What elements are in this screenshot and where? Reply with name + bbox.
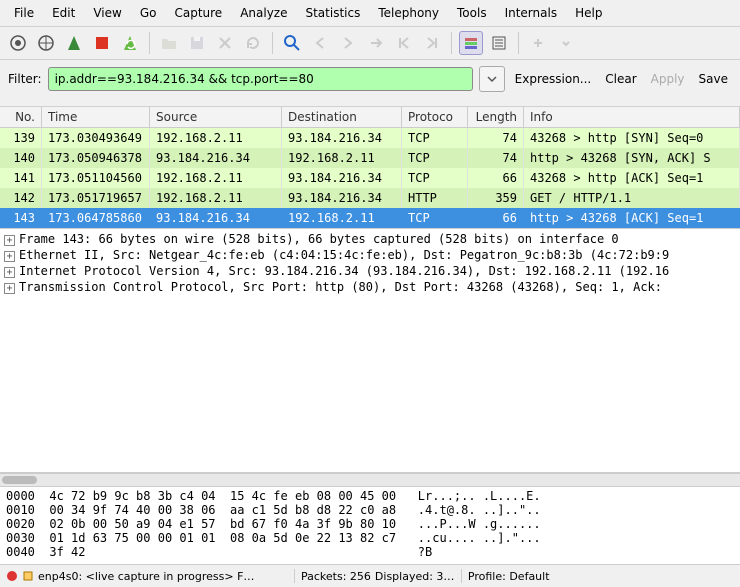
menu-internals[interactable]: Internals — [497, 4, 566, 22]
hex-row[interactable]: 0030 01 1d 63 75 00 00 01 01 08 0a 5d 0e… — [6, 531, 734, 545]
status-profile: Profile: Default — [468, 570, 550, 583]
menu-statistics[interactable]: Statistics — [297, 4, 368, 22]
col-header-destination[interactable]: Destination — [282, 107, 402, 127]
menu-edit[interactable]: Edit — [44, 4, 83, 22]
tree-expand-icon[interactable]: + — [4, 235, 15, 246]
open-file-icon[interactable] — [157, 31, 181, 55]
menu-file[interactable]: File — [6, 4, 42, 22]
reload-icon[interactable] — [241, 31, 265, 55]
col-header-info[interactable]: Info — [524, 107, 740, 127]
tree-row[interactable]: +Ethernet II, Src: Netgear_4c:fe:eb (c4:… — [4, 247, 736, 263]
menu-telephony[interactable]: Telephony — [370, 4, 447, 22]
menu-capture[interactable]: Capture — [166, 4, 230, 22]
packet-bytes-pane[interactable]: 0000 4c 72 b9 9c b8 3b c4 04 15 4c fe eb… — [0, 487, 740, 565]
menu-tools[interactable]: Tools — [449, 4, 495, 22]
status-bar: enp4s0: <live capture in progress> F… Pa… — [0, 565, 740, 587]
start-capture-icon[interactable] — [62, 31, 86, 55]
go-forward-icon[interactable] — [336, 31, 360, 55]
tree-expand-icon[interactable]: + — [4, 283, 15, 294]
close-file-icon[interactable] — [213, 31, 237, 55]
colorize-icon[interactable] — [459, 31, 483, 55]
filter-input[interactable] — [48, 67, 473, 91]
filter-label: Filter: — [8, 72, 42, 86]
auto-scroll-icon[interactable] — [487, 31, 511, 55]
hex-row[interactable]: 0020 02 0b 00 50 a9 04 e1 57 bd 67 f0 4a… — [6, 517, 734, 531]
menu-bar: File Edit View Go Capture Analyze Statis… — [0, 0, 740, 27]
save-file-icon[interactable] — [185, 31, 209, 55]
hex-row[interactable]: 0010 00 34 9f 74 40 00 38 06 aa c1 5d b8… — [6, 503, 734, 517]
hex-row[interactable]: 0040 3f 42 ?B — [6, 545, 734, 559]
interfaces-icon[interactable] — [6, 31, 30, 55]
filter-bar: Filter: Expression... Clear Apply Save — [0, 60, 740, 107]
toolbar — [0, 27, 740, 60]
packet-details-pane[interactable]: +Frame 143: 66 bytes on wire (528 bits),… — [0, 229, 740, 473]
tree-expand-icon[interactable]: + — [4, 267, 15, 278]
menu-help[interactable]: Help — [567, 4, 610, 22]
status-interface: enp4s0: <live capture in progress> F… — [38, 570, 288, 583]
restart-capture-icon[interactable] — [118, 31, 142, 55]
filter-apply-button[interactable]: Apply — [647, 70, 689, 88]
packet-list-pane: No. Time Source Destination Protoco Leng… — [0, 107, 740, 229]
details-horizontal-scrollbar[interactable] — [0, 473, 740, 487]
col-header-protocol[interactable]: Protoco — [402, 107, 468, 127]
filter-expression-button[interactable]: Expression... — [511, 70, 596, 88]
menu-view[interactable]: View — [85, 4, 129, 22]
find-icon[interactable] — [280, 31, 304, 55]
hex-row[interactable]: 0000 4c 72 b9 9c b8 3b c4 04 15 4c fe eb… — [6, 489, 734, 503]
table-row[interactable]: 140173.05094637893.184.216.34192.168.2.1… — [0, 148, 740, 168]
more-icon[interactable] — [554, 31, 578, 55]
menu-go[interactable]: Go — [132, 4, 165, 22]
go-back-icon[interactable] — [308, 31, 332, 55]
tree-row[interactable]: +Internet Protocol Version 4, Src: 93.18… — [4, 263, 736, 279]
col-header-time[interactable]: Time — [42, 107, 150, 127]
tree-row[interactable]: +Frame 143: 66 bytes on wire (528 bits),… — [4, 231, 736, 247]
filter-save-button[interactable]: Save — [695, 70, 732, 88]
stop-capture-icon[interactable] — [90, 31, 114, 55]
zoom-in-icon[interactable] — [526, 31, 550, 55]
table-row[interactable]: 143173.06478586093.184.216.34192.168.2.1… — [0, 208, 740, 228]
filter-dropdown[interactable] — [479, 66, 505, 92]
status-displayed: Displayed: 3… — [375, 570, 455, 583]
options-icon[interactable] — [34, 31, 58, 55]
col-header-no[interactable]: No. — [0, 107, 42, 127]
packet-list-header: No. Time Source Destination Protoco Leng… — [0, 107, 740, 128]
tree-row[interactable]: +Transmission Control Protocol, Src Port… — [4, 279, 736, 295]
table-row[interactable]: 139173.030493649192.168.2.1193.184.216.3… — [0, 128, 740, 148]
edit-capture-icon[interactable] — [22, 570, 34, 582]
col-header-source[interactable]: Source — [150, 107, 282, 127]
go-to-icon[interactable] — [364, 31, 388, 55]
col-header-length[interactable]: Length — [468, 107, 524, 127]
filter-clear-button[interactable]: Clear — [601, 70, 640, 88]
tree-expand-icon[interactable]: + — [4, 251, 15, 262]
status-packets: Packets: 256 — [301, 570, 371, 583]
expert-info-icon[interactable] — [6, 570, 18, 582]
table-row[interactable]: 141173.051104560192.168.2.1193.184.216.3… — [0, 168, 740, 188]
go-first-icon[interactable] — [392, 31, 416, 55]
menu-analyze[interactable]: Analyze — [232, 4, 295, 22]
go-last-icon[interactable] — [420, 31, 444, 55]
table-row[interactable]: 142173.051719657192.168.2.1193.184.216.3… — [0, 188, 740, 208]
